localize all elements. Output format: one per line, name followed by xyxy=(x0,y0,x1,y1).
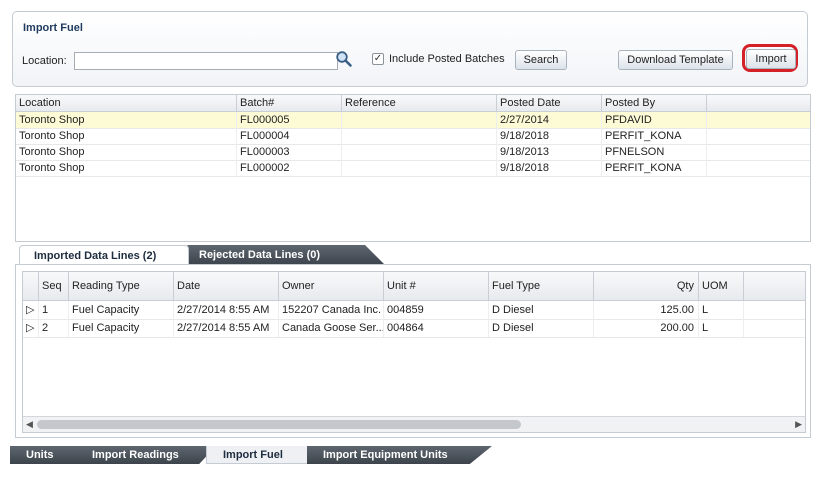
cell-reference xyxy=(342,160,497,176)
table-row[interactable]: ▷ 2 Fuel Capacity 2/27/2014 8:55 AM Cana… xyxy=(23,319,805,338)
include-posted-checkbox[interactable]: ✓ xyxy=(372,53,384,65)
table-row[interactable]: ▷ 1 Fuel Capacity 2/27/2014 8:55 AM 1522… xyxy=(23,301,805,320)
cell-batch: FL000002 xyxy=(237,160,342,176)
import-fuel-panel: Import Fuel Location: ✓ Include Posted B… xyxy=(12,11,808,87)
cell-posted-by: PERFIT_KONA xyxy=(602,160,707,176)
col-seq[interactable]: Seq xyxy=(39,272,69,300)
table-row[interactable]: Toronto Shop FL000004 9/18/2018 PERFIT_K… xyxy=(16,128,810,145)
tab-rejected-data-lines[interactable]: Rejected Data Lines (0) xyxy=(185,245,385,265)
scroll-left-icon[interactable]: ◀ xyxy=(26,418,33,431)
col-reading-type[interactable]: Reading Type xyxy=(69,272,174,300)
data-lines-tabs: Rejected Data Lines (0) Imported Data Li… xyxy=(19,245,385,265)
expand-icon[interactable]: ▷ xyxy=(23,319,39,337)
col-unit[interactable]: Unit # xyxy=(384,272,489,300)
col-date[interactable]: Date xyxy=(174,272,279,300)
scroll-right-icon[interactable]: ▶ xyxy=(795,418,802,431)
cell-reference xyxy=(342,144,497,160)
cell-location: Toronto Shop xyxy=(16,144,237,160)
tab-import-readings[interactable]: Import Readings xyxy=(76,446,216,464)
cell-reading-type: Fuel Capacity xyxy=(69,319,174,337)
cell-posted-date: 9/18/2013 xyxy=(497,144,602,160)
col-reference[interactable]: Reference xyxy=(342,95,497,111)
cell-date: 2/27/2014 8:55 AM xyxy=(174,319,279,337)
search-button[interactable]: Search xyxy=(515,50,567,70)
import-button[interactable]: Import xyxy=(746,49,796,69)
cell-reference xyxy=(342,128,497,144)
cell-fuel-type: D Diesel xyxy=(489,319,594,337)
col-fuel-type[interactable]: Fuel Type xyxy=(489,272,594,300)
location-label: Location: xyxy=(22,55,67,67)
col-batch[interactable]: Batch# xyxy=(237,95,342,111)
batches-grid: Location Batch# Reference Posted Date Po… xyxy=(15,94,811,242)
tab-units[interactable]: Units xyxy=(10,446,85,464)
tab-imported-data-lines[interactable]: Imported Data Lines (2) xyxy=(19,245,189,265)
col-posted-date[interactable]: Posted Date xyxy=(497,95,602,111)
expand-icon[interactable]: ▷ xyxy=(23,301,39,319)
bottom-tabs: Units Import Readings Import Fuel Import… xyxy=(10,446,510,464)
download-template-button[interactable]: Download Template xyxy=(618,50,733,70)
cell-posted-by: PFDAVID xyxy=(602,112,707,128)
horizontal-scrollbar[interactable]: ◀ ▶ xyxy=(23,416,805,432)
cell-date: 2/27/2014 8:55 AM xyxy=(174,301,279,319)
tab-import-fuel[interactable]: Import Fuel xyxy=(206,446,310,464)
location-input[interactable] xyxy=(74,52,338,70)
cell-posted-by: PFNELSON xyxy=(602,144,707,160)
cell-owner: 152207 Canada Inc. xyxy=(279,301,384,319)
col-owner[interactable]: Owner xyxy=(279,272,384,300)
cell-unit: 004864 xyxy=(384,319,489,337)
cell-batch: FL000004 xyxy=(237,128,342,144)
tab-import-equipment-units[interactable]: Import Equipment Units xyxy=(307,446,492,464)
table-row[interactable]: Toronto Shop FL000003 9/18/2013 PFNELSON xyxy=(16,144,810,161)
cell-posted-date: 2/27/2014 xyxy=(497,112,602,128)
cell-owner: Canada Goose Ser... xyxy=(279,319,384,337)
col-expand xyxy=(23,272,39,300)
cell-batch: FL000005 xyxy=(237,112,342,128)
cell-location: Toronto Shop xyxy=(16,128,237,144)
table-row[interactable]: Toronto Shop FL000005 2/27/2014 PFDAVID xyxy=(16,112,810,129)
include-posted-label: Include Posted Batches xyxy=(389,53,505,65)
imported-lines-panel: Seq Reading Type Date Owner Unit # Fuel … xyxy=(15,264,811,438)
cell-posted-date: 9/18/2018 xyxy=(497,160,602,176)
table-row[interactable]: Toronto Shop FL000002 9/18/2018 PERFIT_K… xyxy=(16,160,810,177)
cell-reading-type: Fuel Capacity xyxy=(69,301,174,319)
cell-location: Toronto Shop xyxy=(16,160,237,176)
cell-reference xyxy=(342,112,497,128)
cell-uom: L xyxy=(699,301,744,319)
cell-posted-by: PERFIT_KONA xyxy=(602,128,707,144)
cell-qty: 125.00 xyxy=(594,301,699,319)
lines-header: Seq Reading Type Date Owner Unit # Fuel … xyxy=(23,272,805,301)
magnifier-icon[interactable] xyxy=(335,50,353,68)
scrollbar-thumb[interactable] xyxy=(37,420,521,429)
col-posted-by[interactable]: Posted By xyxy=(602,95,707,111)
cell-unit: 004859 xyxy=(384,301,489,319)
cell-location: Toronto Shop xyxy=(16,112,237,128)
panel-title: Import Fuel xyxy=(23,22,83,34)
col-uom[interactable]: UOM xyxy=(699,272,744,300)
cell-batch: FL000003 xyxy=(237,144,342,160)
cell-seq: 1 xyxy=(39,301,69,319)
cell-uom: L xyxy=(699,319,744,337)
cell-fuel-type: D Diesel xyxy=(489,301,594,319)
cell-seq: 2 xyxy=(39,319,69,337)
batches-header: Location Batch# Reference Posted Date Po… xyxy=(16,95,810,112)
imported-lines-grid: Seq Reading Type Date Owner Unit # Fuel … xyxy=(22,271,806,433)
col-qty[interactable]: Qty xyxy=(594,272,699,300)
cell-qty: 200.00 xyxy=(594,319,699,337)
col-location[interactable]: Location xyxy=(16,95,237,111)
cell-posted-date: 9/18/2018 xyxy=(497,128,602,144)
